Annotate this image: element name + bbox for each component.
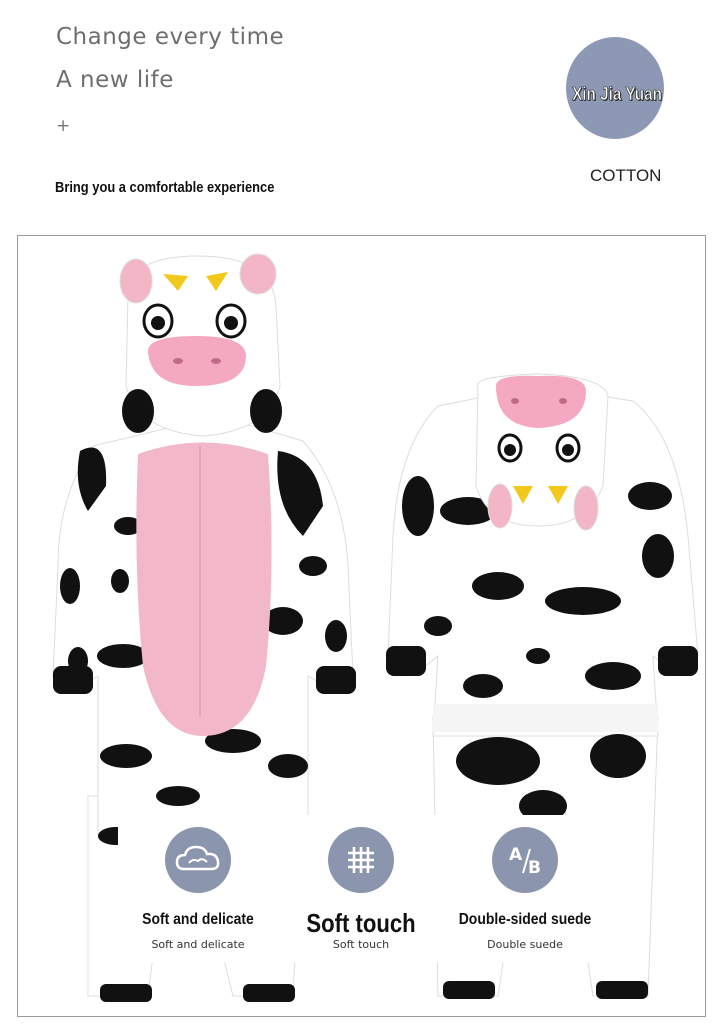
svg-text:B: B bbox=[528, 858, 541, 878]
subtitle: Bring you a comfortable experience bbox=[55, 179, 275, 196]
tagline-line1: Change every time bbox=[56, 24, 285, 50]
feature-caption: Soft touch bbox=[332, 938, 390, 951]
feature-caption: Soft and delicate bbox=[151, 938, 245, 951]
features-panel: Soft and delicate Soft and delicate Soft… bbox=[118, 815, 605, 963]
feature-title: Double-sided suede bbox=[458, 911, 592, 928]
feature-title: Soft and delicate bbox=[142, 911, 254, 928]
feature-soft-delicate: Soft and delicate Soft and delicate bbox=[118, 815, 278, 963]
tagline-line2: A new life bbox=[56, 67, 174, 93]
brand-name: Xin Jia Yuan bbox=[572, 84, 662, 105]
svg-text:A: A bbox=[509, 845, 523, 865]
plus-sign: + bbox=[56, 116, 71, 136]
feature-soft-touch: Soft touch Soft touch bbox=[281, 815, 441, 963]
feature-caption: Double suede bbox=[487, 938, 563, 951]
feature-double-suede: A B Double-sided suede Double suede bbox=[445, 815, 605, 963]
ab-icon: A B bbox=[492, 827, 558, 893]
material-label: COTTON bbox=[590, 166, 662, 185]
cloud-icon bbox=[165, 827, 231, 893]
grid-texture-icon bbox=[328, 827, 394, 893]
feature-title: Soft touch bbox=[306, 908, 416, 938]
